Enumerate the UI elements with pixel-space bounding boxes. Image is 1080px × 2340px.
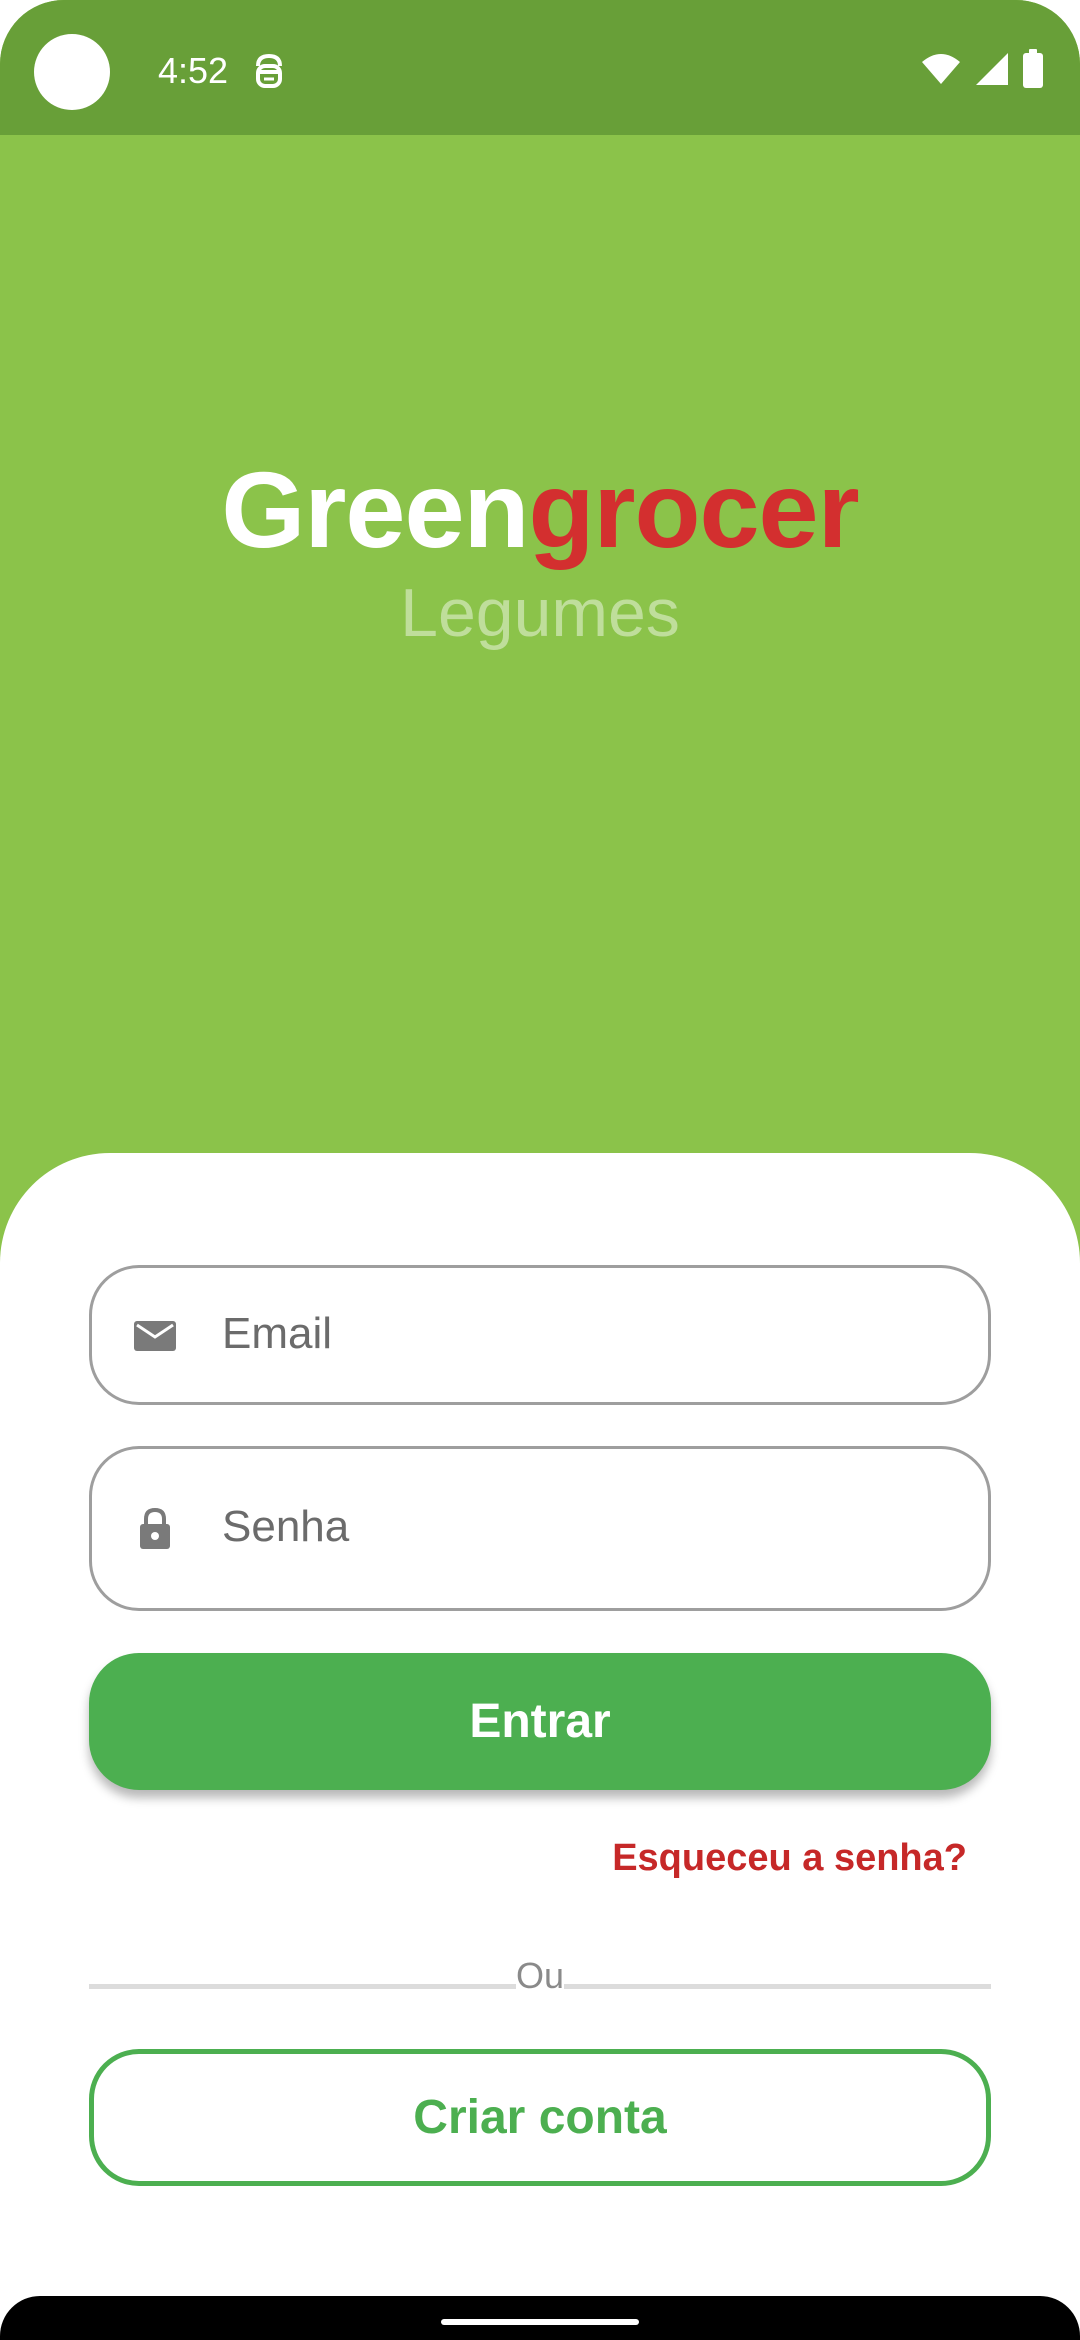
- app-title: Greengrocer: [0, 445, 1080, 575]
- email-placeholder: Email: [222, 1309, 333, 1358]
- forgot-password-link[interactable]: Esqueceu a senha?: [612, 1833, 967, 1883]
- home-gesture-handle[interactable]: [441, 2319, 639, 2325]
- camera-cutout: [34, 34, 110, 110]
- password-field[interactable]: Senha: [89, 1446, 991, 1611]
- or-divider: Ou: [89, 1953, 991, 2013]
- app-subtitle: Legumes: [400, 575, 680, 651]
- status-icons: [920, 48, 1044, 94]
- lock-icon: [132, 1505, 178, 1551]
- wifi-icon: [920, 52, 962, 91]
- navigation-bar: [0, 2296, 1080, 2340]
- login-screen: 4:52 Greengrocer Legumes Email Senha Ent…: [0, 0, 1080, 2340]
- divider-line-right: [564, 1984, 991, 1989]
- email-field[interactable]: Email: [89, 1265, 991, 1405]
- signal-icon: [974, 51, 1010, 92]
- login-button[interactable]: Entrar: [89, 1653, 991, 1790]
- battery-icon: [1022, 48, 1044, 94]
- create-account-button[interactable]: Criar conta: [89, 2049, 991, 2186]
- app-title-grocer: grocer: [528, 449, 860, 570]
- divider-text: Ou: [515, 1955, 565, 1996]
- password-placeholder: Senha: [222, 1502, 350, 1551]
- status-time: 4:52: [158, 50, 229, 91]
- app-title-green: Green: [221, 449, 529, 570]
- login-card: Email Senha Entrar Esqueceu a senha? Ou …: [0, 1153, 1080, 2340]
- app-notification-icon: [252, 52, 286, 92]
- status-bar: 4:52: [0, 0, 1080, 135]
- email-icon: [132, 1313, 178, 1359]
